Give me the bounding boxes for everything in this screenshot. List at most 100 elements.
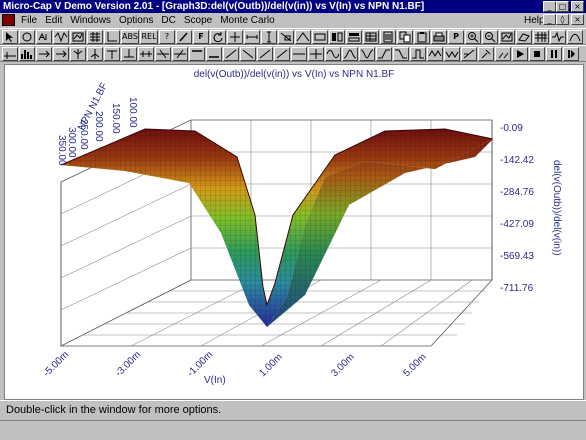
abs-button[interactable]: ABS — [121, 30, 139, 44]
pen-icon[interactable] — [176, 30, 192, 44]
text-mode-icon[interactable] — [36, 30, 52, 44]
bar-plot-icon[interactable] — [19, 47, 35, 61]
wave-rise-icon[interactable] — [376, 47, 392, 61]
zoom-out-icon[interactable] — [482, 30, 498, 44]
dual-probe-icon[interactable] — [495, 47, 511, 61]
z-tick: -142.42 — [500, 155, 534, 166]
print-icon[interactable] — [431, 30, 447, 44]
clipboard-icon[interactable] — [414, 30, 430, 44]
select-arrow-icon[interactable] — [2, 30, 18, 44]
x-tick: 1.00m — [257, 352, 284, 379]
horizontal-tag-icon[interactable] — [291, 47, 307, 61]
valley-marker-icon[interactable] — [87, 47, 103, 61]
doc-close-button[interactable]: × — [571, 14, 584, 25]
low-marker-icon[interactable] — [121, 47, 137, 61]
vertical-tag-icon[interactable] — [308, 47, 324, 61]
run-icon[interactable] — [512, 47, 528, 61]
slope-down-icon[interactable] — [240, 47, 256, 61]
bottom-icon[interactable] — [206, 47, 222, 61]
title-bar: Micro-Cap V Demo Version 2.01 - [Graph3D… — [0, 0, 586, 13]
numeric-output-icon[interactable] — [380, 30, 396, 44]
wave-peak-icon[interactable] — [342, 47, 358, 61]
menu-dc[interactable]: DC — [157, 13, 179, 28]
wave-fall-icon[interactable] — [393, 47, 409, 61]
cursor-mode-icon[interactable] — [2, 47, 18, 61]
layout-icon[interactable] — [312, 30, 328, 44]
contour-icon[interactable] — [550, 30, 566, 44]
grid-toggle-icon[interactable] — [87, 30, 103, 44]
slope-up-icon[interactable] — [223, 47, 239, 61]
crosshair-icon[interactable] — [227, 30, 243, 44]
menu-help[interactable]: Help — [524, 13, 545, 28]
step-icon[interactable] — [563, 47, 579, 61]
z-tick: -0.09 — [500, 123, 523, 134]
scale-x-icon[interactable] — [244, 30, 260, 44]
measure-icon[interactable] — [461, 47, 477, 61]
stop-icon[interactable] — [529, 47, 545, 61]
z-axis-label: del(v(Outb))/del(v(in)) — [551, 160, 562, 256]
x-tick: -3.00m — [113, 349, 143, 379]
z-axis-ticks: -0.09 -142.42 -284.76 -427.09 -569.43 -7… — [500, 123, 534, 294]
pause-icon[interactable] — [546, 47, 562, 61]
surface-plot[interactable]: del(v(Outb))/del(v(in)) vs V(In) vs NPN … — [5, 65, 583, 399]
wave-step-icon[interactable] — [410, 47, 426, 61]
redraw-icon[interactable] — [210, 30, 226, 44]
minimize-button[interactable]: _ — [543, 1, 556, 12]
menu-scope[interactable]: Scope — [180, 13, 216, 28]
y-tick: 100.00 — [127, 97, 138, 128]
inflection-icon[interactable] — [138, 47, 154, 61]
zoom-in-icon[interactable] — [465, 30, 481, 44]
properties-button[interactable]: P — [448, 30, 464, 44]
graph-window-icon[interactable] — [70, 30, 86, 44]
animate-icon[interactable] — [567, 30, 583, 44]
high-marker-icon[interactable] — [104, 47, 120, 61]
surface-icon[interactable] — [533, 30, 549, 44]
slope-alt-icon[interactable] — [274, 47, 290, 61]
rel-button[interactable]: REL — [140, 30, 158, 44]
wave-alt-icon[interactable] — [444, 47, 460, 61]
probe-icon[interactable] — [478, 47, 494, 61]
component-mode-icon[interactable] — [19, 30, 35, 44]
font-button[interactable]: F — [193, 30, 209, 44]
copy-icon[interactable] — [397, 30, 413, 44]
global-low-icon[interactable] — [172, 47, 188, 61]
doc-minimize-button[interactable]: _ — [543, 14, 556, 25]
table-icon[interactable] — [363, 30, 379, 44]
scale-y-icon[interactable] — [261, 30, 277, 44]
document-controls: _ ◊ × — [543, 14, 584, 25]
toolbar-cursor — [0, 45, 586, 62]
slope-icon[interactable] — [257, 47, 273, 61]
waveform-icon[interactable] — [53, 30, 69, 44]
graph-title: del(v(Outb))/del(v(in)) vs V(In) vs NPN … — [194, 69, 395, 80]
menu-options[interactable]: Options — [115, 13, 157, 28]
maximize-button[interactable]: □ — [556, 1, 569, 12]
wave-sine-icon[interactable] — [325, 47, 341, 61]
tile-icon[interactable] — [329, 30, 345, 44]
3d-view-icon[interactable] — [516, 30, 532, 44]
bottom-strip — [0, 420, 586, 440]
graph-3d-window[interactable]: del(v(Outb))/del(v(in)) vs V(In) vs NPN … — [4, 64, 584, 400]
help-button[interactable]: ? — [159, 30, 175, 44]
next-simple-icon[interactable] — [53, 47, 69, 61]
global-high-icon[interactable] — [155, 47, 171, 61]
wave-valley-icon[interactable] — [359, 47, 375, 61]
menu-edit[interactable]: Edit — [41, 13, 66, 28]
cascade-icon[interactable] — [346, 30, 362, 44]
doc-restore-button[interactable]: ◊ — [556, 14, 569, 25]
peak-marker-icon[interactable] — [70, 47, 86, 61]
fit-graph-icon[interactable] — [499, 30, 515, 44]
toolbar-main: ABS REL ? F P — [0, 28, 586, 45]
menu-file[interactable]: File — [17, 13, 41, 28]
next-icon[interactable] — [36, 47, 52, 61]
document-system-menu-icon[interactable] — [2, 14, 15, 26]
x-tick: -5.00m — [41, 349, 71, 379]
peak-icon[interactable] — [295, 30, 311, 44]
top-icon[interactable] — [189, 47, 205, 61]
zoom-region-icon[interactable] — [278, 30, 294, 44]
close-button[interactable]: × — [571, 1, 584, 12]
surface-mesh — [60, 128, 494, 327]
menu-monte-carlo[interactable]: Monte Carlo — [216, 13, 278, 28]
axis-toggle-icon[interactable] — [104, 30, 120, 44]
wave-multi-icon[interactable] — [427, 47, 443, 61]
menu-windows[interactable]: Windows — [66, 13, 115, 28]
